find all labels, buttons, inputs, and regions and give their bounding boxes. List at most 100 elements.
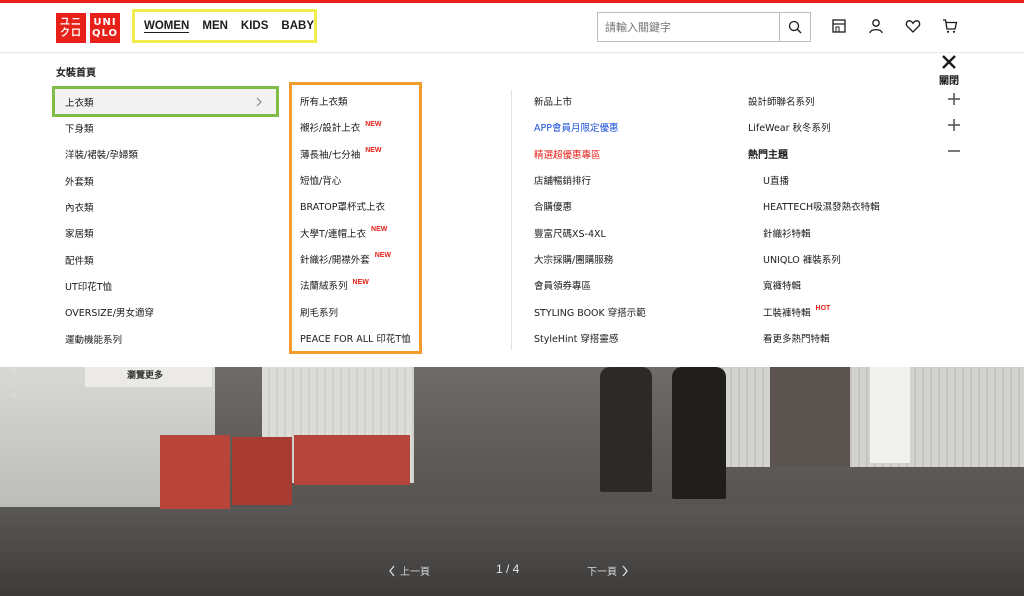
close-menu-button[interactable]: 關閉 (936, 54, 962, 87)
search-icon (788, 20, 802, 34)
subcategory-list: 所有上衣類 襯衫/設計上衣 NEW 薄長袖/七分袖 NEW 短恤/背心 BRATOP罩杯式上… (300, 88, 420, 351)
hero-door (770, 367, 850, 467)
promo-item[interactable]: 大宗採購/團購服務 (534, 246, 734, 272)
side-dots (11, 369, 16, 405)
subcategory-item-label: 襯衫/設計上衣 (300, 123, 361, 135)
store-icon[interactable] (830, 17, 848, 35)
feature-item-label: UNIQLO 褲裝系列 (763, 254, 841, 266)
category-item[interactable]: 配件類 (52, 246, 279, 272)
subcategory-item[interactable]: 薄長袖/七分袖 NEW (300, 141, 420, 167)
user-icon[interactable] (867, 17, 885, 35)
feature-item[interactable]: HEATTECH吸濕發熱衣特輯 (748, 193, 948, 219)
badge: NEW (352, 278, 369, 286)
expand-lifewear-button[interactable] (947, 118, 963, 134)
subcategory-item[interactable]: 法蘭絨系列 NEW (300, 272, 420, 298)
promo-item[interactable]: 新品上市 (534, 88, 734, 114)
hero-red-block (160, 435, 230, 509)
hero-kiosk (870, 367, 910, 463)
expand-designer-collab-button[interactable] (947, 92, 963, 108)
chevron-right-icon (256, 97, 262, 107)
promo-item[interactable]: 合購優惠 (534, 193, 734, 219)
promo-item[interactable]: 精選超優惠專區 (534, 141, 734, 167)
cart-icon[interactable] (941, 17, 959, 35)
uniqlo-logo[interactable]: ユニ クロ UNI QLO (56, 13, 120, 43)
feature-item-label: HEATTECH吸濕發熱衣特輯 (763, 202, 880, 214)
feature-item[interactable]: U直播 (748, 167, 948, 193)
subcategory-item-label: 針織衫/開襟外套 (300, 254, 370, 266)
heart-icon[interactable] (904, 17, 922, 35)
category-item[interactable]: 洋裝/裙裝/孕婦類 (52, 141, 279, 167)
feature-item[interactable]: UNIQLO 褲裝系列 (748, 246, 948, 272)
chevron-right-icon (622, 565, 628, 576)
promo-item[interactable]: STYLING BOOK 穿搭示範 (534, 298, 734, 324)
badge: HOT (815, 305, 831, 313)
category-item[interactable]: 運動機能系列 (52, 325, 279, 351)
hero-red-block (294, 435, 410, 485)
category-item[interactable]: UT印花T恤 (52, 273, 279, 299)
promo-item[interactable]: 豐富尺碼XS-4XL (534, 219, 734, 245)
tab-men[interactable]: MEN (202, 20, 228, 32)
column-divider (511, 90, 512, 350)
promo-item[interactable]: APP會員月限定優惠 (534, 114, 734, 140)
hero-person (600, 367, 652, 492)
category-item[interactable]: 內衣類 (52, 194, 279, 220)
promo-item-label: 豐富尺碼XS-4XL (534, 228, 606, 240)
tab-women[interactable]: WOMEN (144, 20, 190, 33)
promo-item[interactable]: 店舖暢銷排行 (534, 167, 734, 193)
subcategory-item[interactable]: 大學T/連帽上衣 NEW (300, 219, 420, 245)
subcategory-item[interactable]: PEACE FOR ALL 印花T恤 (300, 325, 420, 351)
subcategory-item[interactable]: 針織衫/開襟外套 NEW (300, 246, 420, 272)
chevron-left-icon (389, 565, 395, 576)
dot[interactable] (11, 381, 16, 386)
menu-title[interactable]: 女裝首頁 (56, 64, 96, 79)
gender-nav: WOMEN MEN KIDS BABY (132, 9, 317, 43)
feature-item[interactable]: 針織衫特輯 (748, 219, 948, 245)
category-item[interactable]: OVERSIZE/男女適穿 (52, 299, 279, 325)
subcategory-item-label: 法蘭絨系列 (300, 281, 348, 293)
subcategory-item[interactable]: BRATOP罩杯式上衣 (300, 193, 420, 219)
subcategory-item-label: 刷毛系列 (300, 307, 339, 319)
feature-item[interactable]: 看更多熱門特輯 (748, 325, 948, 351)
subcategory-item[interactable]: 襯衫/設計上衣 NEW (300, 114, 420, 140)
category-item[interactable]: 家居類 (52, 220, 279, 246)
carousel-pager: 1 / 4 (496, 562, 520, 576)
dot[interactable] (11, 393, 16, 398)
feature-item[interactable]: 寬褲特輯 (748, 272, 948, 298)
close-icon (942, 55, 956, 69)
site-header: ユニ クロ UNI QLO WOMEN MEN KIDS BABY (0, 3, 1024, 53)
search-button[interactable] (779, 13, 810, 41)
hero-red-block (232, 437, 292, 505)
search-bar (597, 12, 811, 42)
collapse-hot-topics-button[interactable] (947, 144, 963, 160)
feature-item: 熱門主題 (748, 141, 948, 167)
tab-kids[interactable]: KIDS (241, 20, 268, 32)
feature-item-label: U直播 (763, 176, 789, 188)
carousel-prev-button[interactable]: 上一頁 (388, 563, 430, 578)
promo-item[interactable]: 會員領券專區 (534, 272, 734, 298)
hero-wall-right (700, 367, 1024, 467)
promo-list: 新品上市 APP會員月限定優惠精選超優惠專區 店舖暢銷排行 合購優惠豐富尺碼XS-4X… (534, 88, 734, 351)
subcategory-item[interactable]: 刷毛系列 (300, 298, 420, 324)
feature-item[interactable]: 設計師聯名系列 (748, 88, 948, 114)
search-input[interactable] (598, 13, 779, 41)
feature-item-label: 工裝褲特輯 (763, 307, 811, 319)
subcategory-item-label: PEACE FOR ALL 印花T恤 (300, 333, 411, 345)
subcategory-item-label: 所有上衣類 (300, 97, 348, 109)
promo-item-label: 會員領券專區 (534, 281, 592, 293)
feature-item-label: 熱門主題 (748, 150, 788, 162)
hero-cta-card[interactable]: 瀏覽更多 (85, 367, 212, 387)
carousel-next-button[interactable]: 下一頁 (587, 563, 629, 578)
subcategory-item[interactable]: 所有上衣類 (300, 88, 420, 114)
promo-item-label: 大宗採購/團購服務 (534, 254, 614, 266)
promo-item[interactable]: StyleHint 穿搭靈感 (534, 325, 734, 351)
promo-item-label: STYLING BOOK 穿搭示範 (534, 307, 646, 319)
tab-baby[interactable]: BABY (281, 20, 314, 32)
category-item-selected[interactable]: 上衣類 (52, 86, 279, 117)
category-item[interactable]: 下身類 (52, 115, 279, 141)
feature-item[interactable]: 工裝褲特輯 HOT (748, 298, 948, 324)
dot[interactable] (11, 369, 16, 374)
subcategory-item[interactable]: 短恤/背心 (300, 167, 420, 193)
feature-item[interactable]: LifeWear 秋冬系列 (748, 114, 948, 140)
promo-item-label: APP會員月限定優惠 (534, 123, 619, 135)
category-item[interactable]: 外套類 (52, 168, 279, 194)
